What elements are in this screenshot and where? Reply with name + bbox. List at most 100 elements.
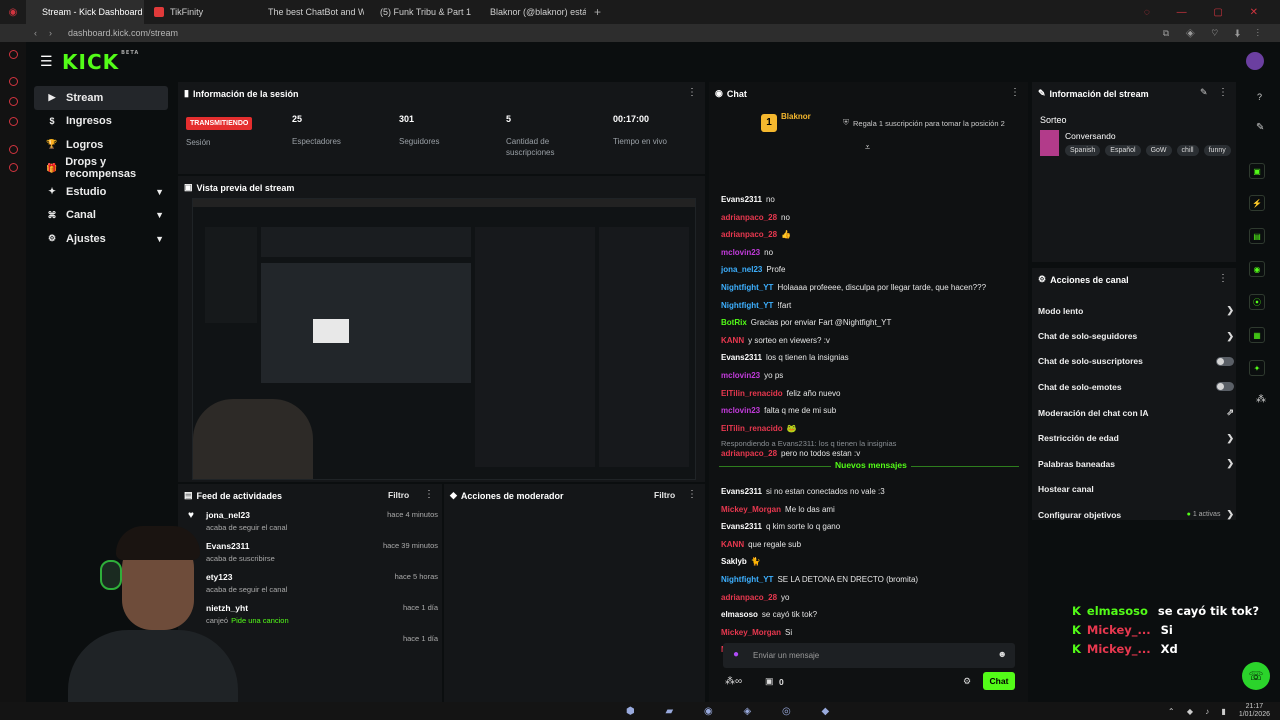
chat-message[interactable]: KANN y sorteo en viewers? :v	[721, 336, 830, 345]
chat-message[interactable]: adrianpaco_28 no	[721, 213, 790, 222]
channel-action-item[interactable]: Configurar objetivos ● 1 activas ❯	[1038, 509, 1234, 520]
chat-message[interactable]: Nightfight_YT SE LA DETONA EN DRECTO (bro…	[721, 575, 918, 584]
chat-username[interactable]: mclovin23	[721, 406, 760, 415]
channel-action-item[interactable]: Chat de solo-emotes	[1038, 382, 1234, 392]
chat-send-button[interactable]: Chat	[983, 672, 1015, 690]
nodes-icon[interactable]: ⁂	[1256, 394, 1266, 405]
sidebar-app-icon[interactable]	[9, 97, 18, 106]
chat-username[interactable]: Evans2311	[721, 522, 762, 531]
chat-message[interactable]: adrianpaco_28 pero no todos estan :v	[721, 449, 860, 458]
kick-logo[interactable]: KICK BETA	[62, 50, 139, 74]
sidebar-app-icon[interactable]	[9, 163, 18, 172]
taskbar-apps[interactable]: ⬢ ▰ ◉ ◈ ◎ ◆	[626, 706, 843, 717]
chat-username[interactable]: KANN	[721, 540, 744, 549]
chevron-down-icon[interactable]: ▼	[155, 210, 164, 220]
new-tab-button[interactable]: +	[594, 5, 601, 19]
channel-action-item[interactable]: Palabras baneadas ❯	[1038, 458, 1234, 469]
gift-box-icon[interactable]: ▣	[765, 676, 774, 687]
help-icon[interactable]: ?	[1257, 92, 1262, 102]
nav-item-logros[interactable]: 🏆 Logros	[34, 133, 168, 157]
chat-message[interactable]: Evans2311 si no estan conectados no vale …	[721, 487, 885, 496]
chat-message[interactable]: Mickey_Morgan Si	[721, 628, 792, 637]
nav-item-stream[interactable]: ▶ Stream	[34, 86, 168, 110]
layout-icon[interactable]: ▦	[1249, 327, 1265, 343]
chat-username[interactable]: adrianpaco_28	[721, 230, 777, 239]
chevron-down-icon[interactable]: ▼	[155, 234, 164, 244]
chat-username[interactable]: Nightfight_YT	[721, 575, 773, 584]
chat-fab-button[interactable]: ☏	[1242, 662, 1270, 690]
nav-item-canal[interactable]: ⌘ Canal ▼	[34, 204, 168, 228]
sidebar-app-icon[interactable]	[9, 50, 18, 59]
browser-tab[interactable]: Blaknor (@blaknor) está e	[474, 0, 586, 24]
channel-action-item[interactable]: Chat de solo-seguidores ❯	[1038, 331, 1234, 342]
browser-toolbar-icons[interactable]: ⧉ ◈ ♡ ⬇ ⋮	[1163, 28, 1266, 39]
emoji-icon[interactable]: ☻	[998, 649, 1007, 659]
user-avatar[interactable]	[1246, 52, 1264, 70]
chat-message[interactable]: elmasoso se cayó tik tok?	[721, 610, 817, 619]
chat-username[interactable]: ElTilin_renacido	[721, 389, 783, 398]
lightning-icon[interactable]: ⚡	[1249, 195, 1265, 211]
chat-message[interactable]: jona_nel23 Profe	[721, 265, 785, 274]
chat-message[interactable]: mclovin23 yo ps	[721, 371, 783, 380]
chat-username[interactable]: adrianpaco_28	[721, 449, 777, 458]
toggle-switch[interactable]	[1216, 356, 1234, 366]
nav-item-drops[interactable]: 🎁 Drops y recompensas	[34, 156, 168, 180]
tools-icon[interactable]: ✦	[1249, 360, 1265, 376]
browser-tab[interactable]: Stream - Kick Dashboard	[26, 0, 144, 24]
panel-menu-icon[interactable]: ⋮	[1010, 87, 1020, 98]
chat-message[interactable]: adrianpaco_28 yo	[721, 593, 789, 602]
chat-username[interactable]: adrianpaco_28	[721, 213, 777, 222]
channel-action-item[interactable]: Hostear canal	[1038, 484, 1234, 494]
chat-message[interactable]: mclovin23 no	[721, 248, 773, 257]
sidebar-app-icon[interactable]	[9, 117, 18, 126]
chat-input-field[interactable]: ● Enviar un mensaje ☻	[723, 643, 1015, 668]
stream-preview-video[interactable]	[192, 198, 696, 480]
chat-message[interactable]: ElTilin_renacido feliz año nuevo	[721, 389, 840, 398]
chat-username[interactable]: Evans2311	[721, 195, 762, 204]
chat-username[interactable]: ElTilin_renacido	[721, 424, 783, 433]
chat-dock-icon[interactable]: ◉	[1249, 261, 1265, 277]
chat-message[interactable]: BotRix Gracias por enviar Fart @Nightfigh…	[721, 318, 891, 327]
hamburger-menu-icon[interactable]: ☰	[40, 53, 53, 70]
window-controls[interactable]: ◌ — ▢ ✕	[1144, 7, 1270, 18]
chevron-right-icon[interactable]: ❯	[1226, 509, 1234, 520]
channel-action-item[interactable]: Moderación del chat con IA ⇗	[1038, 407, 1234, 418]
sidebar-app-icon[interactable]	[9, 145, 18, 154]
document-icon[interactable]: ▤	[1249, 228, 1265, 244]
chat-username[interactable]: mclovin23	[721, 248, 760, 257]
pinned-leaderboard[interactable]: 1 Blaknor ⛨ Regala 1 suscripción para to…	[761, 112, 1021, 136]
chat-username[interactable]: Nightfight_YT	[721, 301, 773, 310]
chat-message[interactable]: Evans2311 no	[721, 195, 775, 204]
broadcast-icon[interactable]: ⦿	[1249, 294, 1265, 310]
chat-message[interactable]: mclovin23 falta q me de mi sub	[721, 406, 836, 415]
chevron-right-icon[interactable]: ❯	[1226, 458, 1234, 469]
nav-item-ajustes[interactable]: ⚙ Ajustes ▼	[34, 227, 168, 251]
feed-user[interactable]: jona_nel23	[206, 510, 250, 520]
chat-message[interactable]: Nightfight_YT Holaaaa profeeee, disculpa …	[721, 283, 986, 292]
chat-message[interactable]: KANN que regale sub	[721, 540, 801, 549]
chat-username[interactable]: Mickey_Morgan	[721, 505, 781, 514]
chat-username[interactable]: Saklyb	[721, 557, 747, 566]
url-field[interactable]: dashboard.kick.com/stream	[68, 28, 178, 38]
dock-icon[interactable]: ▣	[1249, 163, 1265, 179]
chevron-right-icon[interactable]: ❯	[1226, 433, 1234, 444]
chat-username[interactable]: BotRix	[721, 318, 747, 327]
chat-settings-icon[interactable]: ⚙	[963, 676, 971, 687]
chat-message[interactable]: Evans2311 q kim sorte lo q gano	[721, 522, 840, 531]
chat-username[interactable]: Mickey_Morgan	[721, 628, 781, 637]
channel-action-item[interactable]: Modo lento ❯	[1038, 305, 1234, 316]
toggle-switch[interactable]	[1216, 382, 1234, 391]
edit-layout-icon[interactable]: ✎	[1256, 122, 1264, 133]
panel-menu-icon[interactable]: ⋮	[687, 489, 697, 500]
chat-message[interactable]: Nightfight_YT !fart	[721, 301, 791, 310]
back-icon[interactable]: ‹	[34, 28, 37, 38]
chevron-down-icon[interactable]: ▼	[155, 187, 164, 197]
tray-icons[interactable]: ⌃ ◆ ♪ ▮	[1168, 707, 1231, 716]
panel-menu-icon[interactable]: ⋮	[1218, 87, 1228, 98]
nav-item-estudio[interactable]: ✦ Estudio ▼	[34, 180, 168, 204]
panel-menu-icon[interactable]: ⋮	[687, 87, 697, 98]
chat-username[interactable]: Nightfight_YT	[721, 283, 773, 292]
browser-tab[interactable]: TikFinity	[144, 0, 252, 24]
new-messages-divider[interactable]: Nuevos mensajes	[719, 460, 1019, 478]
edit-icon[interactable]: ✎	[1200, 87, 1208, 98]
